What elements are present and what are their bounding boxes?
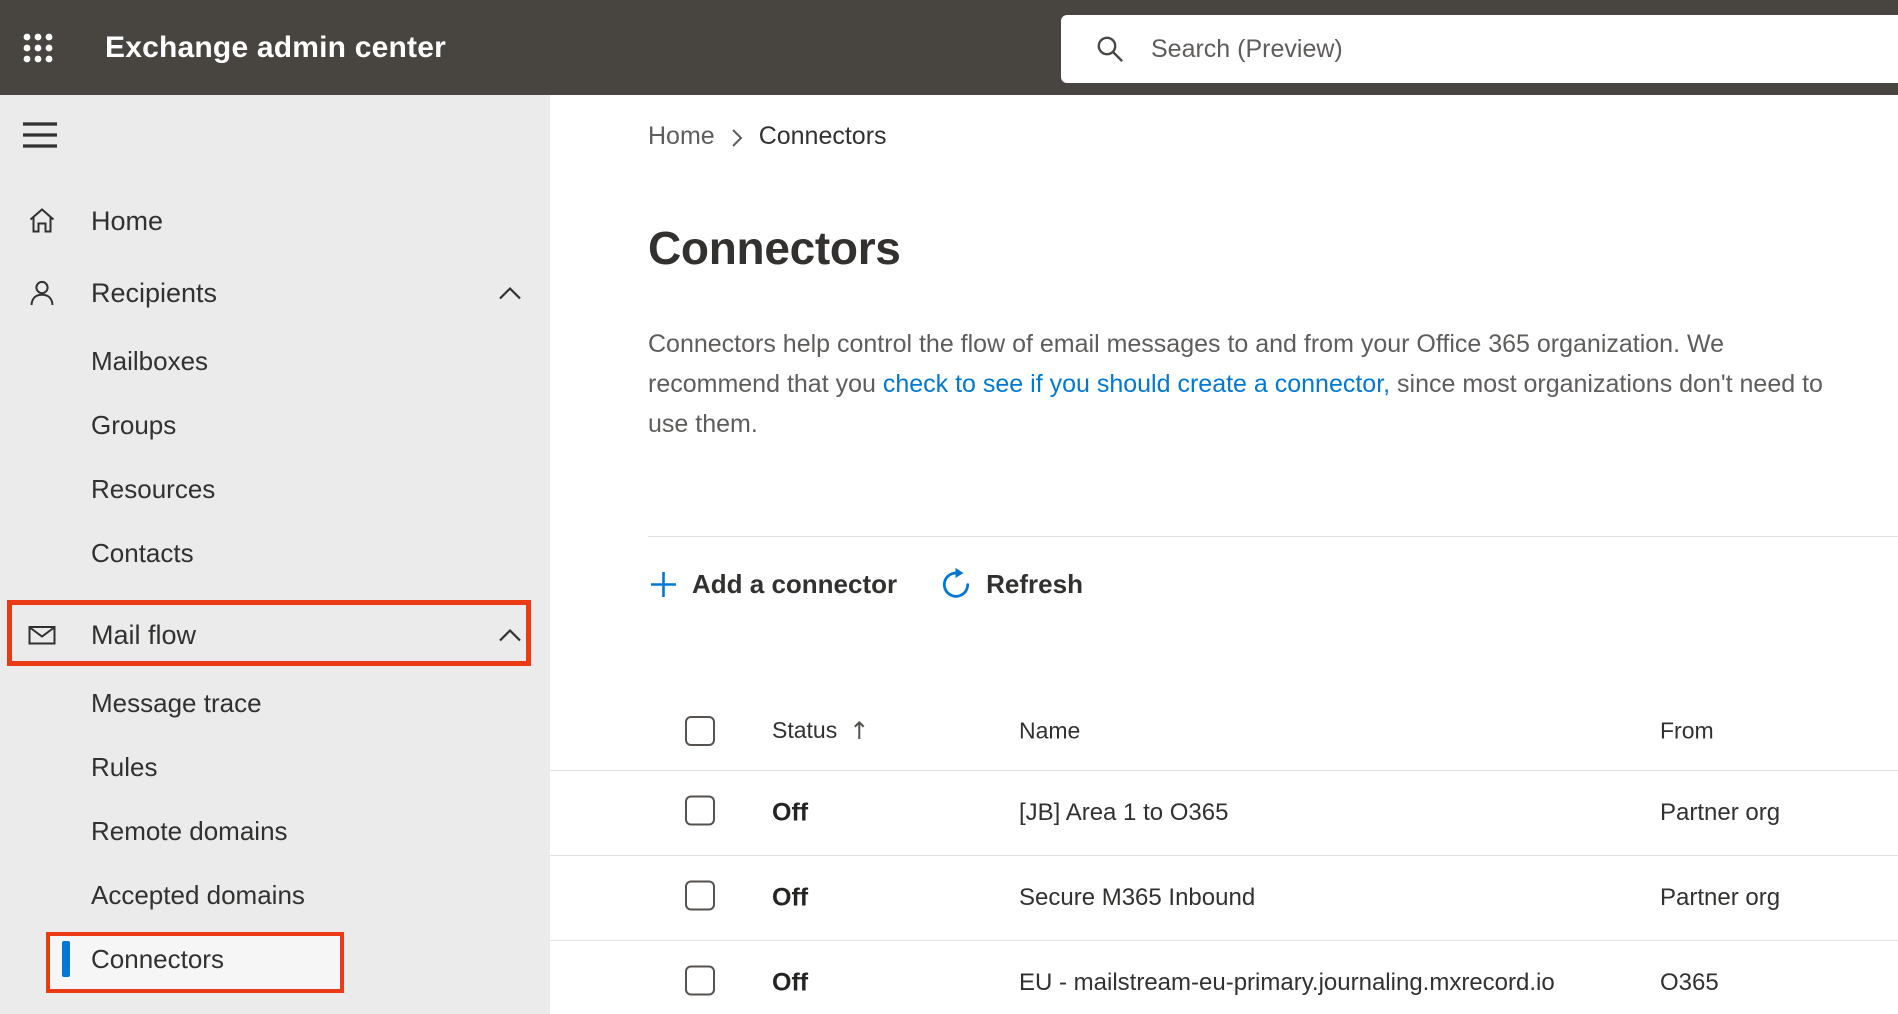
column-header-from[interactable]: From	[1660, 717, 1714, 744]
sidebar-item-remote-domains[interactable]: Remote domains	[0, 799, 550, 863]
sidebar-item-groups[interactable]: Groups	[0, 393, 550, 457]
table-header-row: Status ↑ Name From	[550, 691, 1898, 771]
selected-indicator-bar	[62, 941, 70, 977]
left-navigation: Home Recipients Mailboxes Groups Resourc…	[0, 95, 550, 1014]
row-from: O365	[1660, 969, 1719, 996]
breadcrumb-home-link[interactable]: Home	[648, 122, 715, 151]
main-content: Home Connectors Connectors Connectors he…	[550, 95, 1898, 1014]
home-icon	[27, 206, 57, 236]
waffle-grid-icon	[23, 33, 53, 62]
sidebar-item-connectors[interactable]: Connectors	[0, 927, 550, 991]
global-search[interactable]	[1061, 15, 1898, 83]
add-connector-label: Add a connector	[692, 568, 898, 599]
row-from: Partner org	[1660, 884, 1781, 911]
sidebar-item-home[interactable]: Home	[0, 185, 550, 257]
sidebar-item-label: Home	[91, 205, 164, 236]
plus-icon	[648, 569, 679, 600]
row-name: [JB] Area 1 to O365	[1019, 799, 1229, 826]
table-row[interactable]: Off [JB] Area 1 to O365 Partner org	[550, 771, 1898, 856]
sidebar-item-message-trace[interactable]: Message trace	[0, 671, 550, 735]
row-status: Off	[772, 798, 809, 827]
chevron-up-icon	[497, 627, 523, 643]
refresh-icon	[939, 567, 973, 601]
mail-icon	[27, 620, 57, 650]
row-checkbox[interactable]	[685, 965, 715, 996]
breadcrumb: Home Connectors	[648, 120, 1898, 152]
page-description: Connectors help control the flow of emai…	[648, 330, 1823, 438]
refresh-button[interactable]: Refresh	[939, 567, 1083, 601]
sidebar-item-contacts[interactable]: Contacts	[0, 521, 550, 585]
chevron-right-icon	[731, 125, 743, 148]
app-launcher-icon[interactable]	[0, 0, 76, 95]
sidebar-item-mailboxes[interactable]: Mailboxes	[0, 329, 550, 393]
row-name: EU - mailstream-eu-primary.journaling.mx…	[1019, 969, 1555, 996]
column-header-name[interactable]: Name	[1019, 717, 1080, 744]
sort-ascending-icon: ↑	[849, 716, 870, 745]
row-checkbox[interactable]	[685, 880, 715, 911]
row-status: Off	[772, 968, 809, 997]
refresh-label: Refresh	[986, 568, 1083, 599]
search-icon	[1097, 36, 1123, 62]
add-connector-button[interactable]: Add a connector	[648, 569, 897, 600]
column-header-status[interactable]: Status ↑	[772, 717, 869, 745]
page-title: Connectors	[648, 222, 901, 274]
row-name: Secure M365 Inbound	[1019, 884, 1256, 911]
row-checkbox[interactable]	[685, 795, 715, 826]
sidebar-item-label: Mail flow	[91, 619, 197, 650]
select-all-checkbox[interactable]	[685, 715, 715, 746]
row-status: Off	[772, 883, 809, 912]
hamburger-menu-icon[interactable]	[23, 122, 57, 148]
sidebar-item-rules[interactable]: Rules	[0, 735, 550, 799]
app-title: Exchange admin center	[105, 30, 446, 64]
table-row[interactable]: Off EU - mailstream-eu-primary.journalin…	[550, 941, 1898, 1014]
sidebar-item-recipients[interactable]: Recipients	[0, 257, 550, 329]
breadcrumb-current: Connectors	[758, 121, 887, 150]
sidebar-item-resources[interactable]: Resources	[0, 457, 550, 521]
sidebar-item-accepted-domains[interactable]: Accepted domains	[0, 863, 550, 927]
connectors-table: Status ↑ Name From Off [JB] Area 1 to O3…	[550, 691, 1898, 1014]
sidebar-item-label: Recipients	[91, 277, 218, 308]
search-input[interactable]	[1151, 34, 1751, 64]
row-from: Partner org	[1660, 799, 1781, 826]
chevron-up-icon	[497, 285, 523, 301]
top-app-bar: Exchange admin center	[0, 0, 1898, 95]
table-row[interactable]: Off Secure M365 Inbound Partner org	[550, 856, 1898, 941]
create-connector-check-link[interactable]: check to see if you should create a conn…	[883, 370, 1390, 398]
person-icon	[27, 278, 57, 308]
command-bar: Add a connector Refresh	[648, 561, 1898, 607]
sidebar-item-mail-flow[interactable]: Mail flow	[0, 599, 550, 671]
toolbar-divider	[648, 536, 1898, 537]
